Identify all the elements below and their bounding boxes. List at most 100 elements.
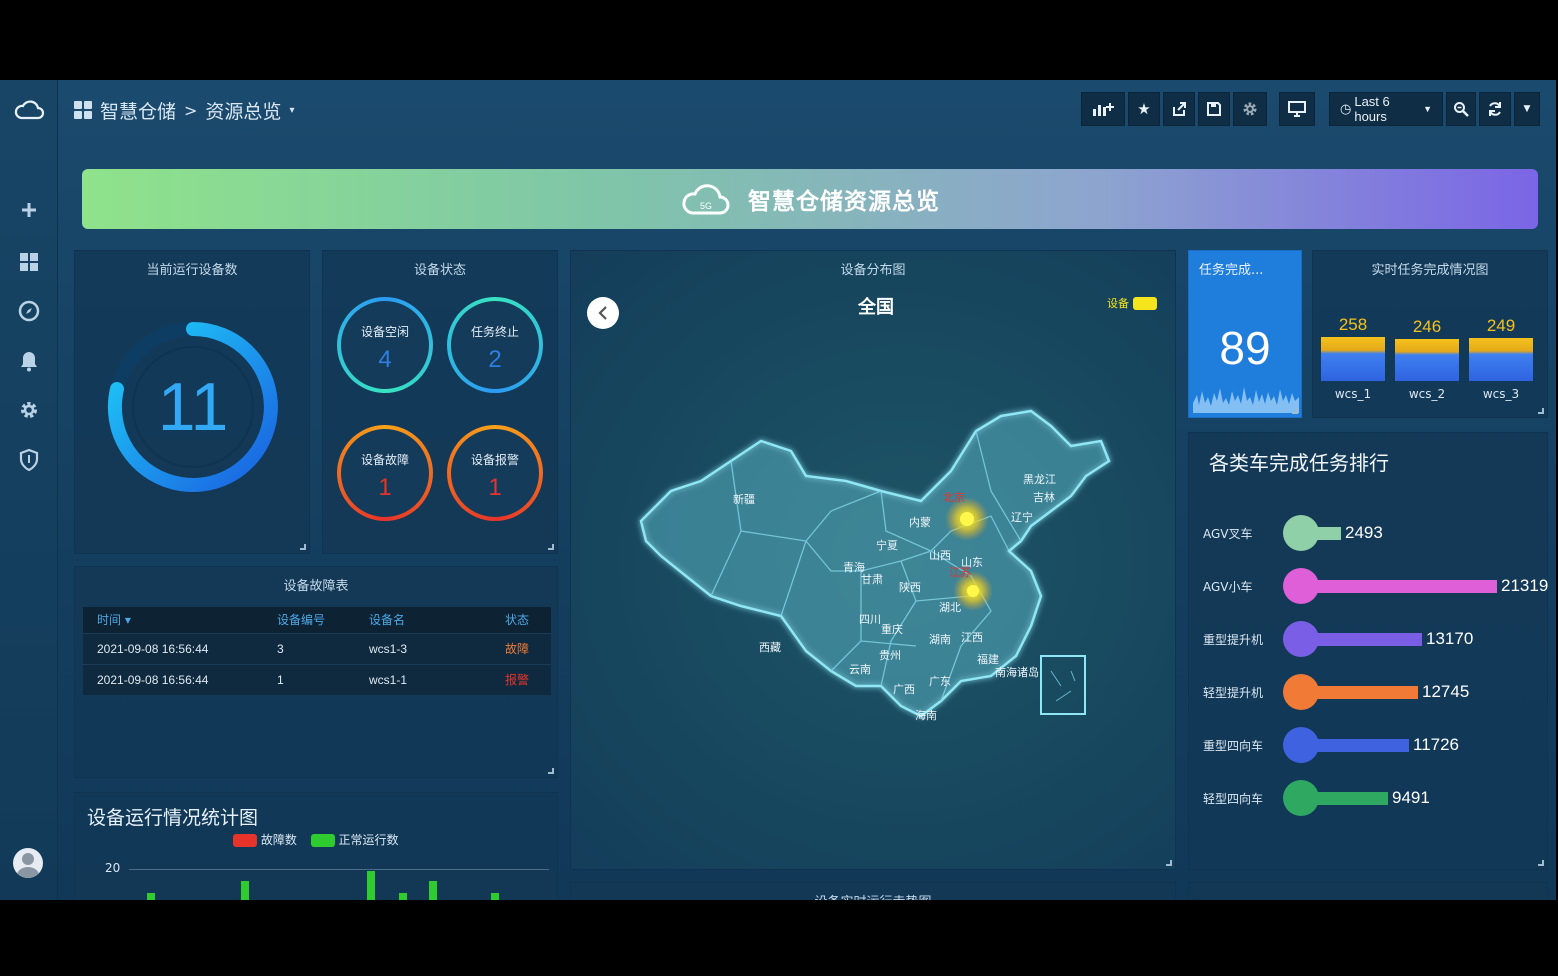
dashboards-icon[interactable] [9, 244, 49, 280]
ranking-dot [1283, 621, 1319, 657]
ranking-value: 21319 [1501, 576, 1549, 595]
user-avatar[interactable] [13, 848, 43, 878]
province-label: 江西 [961, 631, 983, 644]
bar-value: 246 [1412, 317, 1442, 336]
shield-icon[interactable] [9, 442, 49, 478]
resize-handle[interactable] [548, 768, 554, 774]
status-label: 设备报警 [470, 453, 519, 467]
resize-handle[interactable] [1292, 408, 1298, 414]
ranking-value: 12745 [1422, 682, 1470, 701]
time-range-picker[interactable]: ◷ Last 6 hours ▼ [1329, 92, 1443, 126]
legend-fault-swatch [233, 834, 257, 847]
table-cell: wcs1-1 [355, 663, 491, 695]
resize-handle[interactable] [1538, 408, 1544, 414]
china-map: 新疆 西藏 内蒙 黑龙江 吉林 辽宁 宁夏 青海 甘肃 陕西 山西 山东 四川 … [639, 409, 1111, 722]
add-panel-icon[interactable] [1081, 92, 1125, 126]
column-header-time[interactable]: 时间 ▾ [83, 607, 263, 633]
breadcrumb-page[interactable]: 资源总览 [205, 97, 281, 124]
zoom-out-icon[interactable] [1446, 92, 1476, 126]
ranking-label: 重型提升机 [1203, 633, 1264, 647]
compass-icon[interactable] [9, 293, 49, 329]
status-label: 设备故障 [360, 453, 409, 467]
save-icon[interactable] [1198, 92, 1230, 126]
chevron-left-icon [598, 306, 607, 320]
status-fault-ring: 设备故障 1 [337, 425, 433, 521]
realtime-task-panel: 实时任务完成情况图 258 wcs_1 246 wcs_2 249 wcs_3 [1312, 250, 1548, 418]
province-label: 广西 [893, 683, 915, 696]
panel-title: 当前运行设备数 [146, 263, 238, 278]
bar-label: wcs_1 [1334, 387, 1372, 401]
bell-icon[interactable] [9, 343, 49, 379]
star-icon[interactable]: ★ [1128, 92, 1160, 126]
ranking-value: 2493 [1345, 523, 1383, 542]
ranking-panel: 各类车完成任务排行 AGV叉车 2493 AGV小车 21319 重型提升机 13170 轻… [1188, 432, 1548, 870]
status-cell: 故障 [491, 632, 551, 664]
status-terminated-ring: 任务终止 2 [447, 297, 543, 393]
status-value: 2 [488, 346, 502, 373]
stats-legend: 故障数 正常运行数 [233, 831, 399, 848]
hotspot-label: 北京 [943, 490, 965, 504]
ranking-value: 9491 [1392, 788, 1430, 807]
legend-normal-label: 正常运行数 [338, 833, 399, 847]
province-label: 新疆 [733, 492, 755, 506]
status-idle-ring: 设备空闲 4 [337, 297, 433, 393]
legend-fault-label: 故障数 [260, 833, 297, 847]
province-label: 湖北 [939, 601, 961, 614]
column-header-id[interactable]: 设备编号 [263, 607, 355, 633]
table-cell: 3 [263, 632, 355, 664]
refresh-icon[interactable] [1479, 92, 1511, 126]
panel-title: 设备分布图 [840, 263, 906, 278]
title-banner: 5G 智慧仓储资源总览 [82, 169, 1538, 229]
province-label: 南海诸岛 [995, 665, 1039, 679]
province-label: 贵州 [879, 649, 901, 662]
resize-handle[interactable] [1166, 860, 1172, 866]
resize-handle[interactable] [548, 544, 554, 550]
province-label: 吉林 [1033, 490, 1055, 504]
panel-title: 设备状态 [413, 263, 466, 278]
ranking-bar [1301, 633, 1422, 646]
resize-handle[interactable] [300, 544, 306, 550]
province-label: 海南 [915, 708, 937, 722]
province-label: 西藏 [759, 641, 781, 654]
province-label: 辽宁 [1011, 510, 1033, 524]
province-label: 福建 [977, 652, 999, 666]
resize-handle[interactable] [1538, 860, 1544, 866]
breadcrumb-caret-icon[interactable]: ▾ [289, 105, 294, 116]
tv-mode-icon[interactable] [1279, 92, 1315, 126]
table-row[interactable]: 2021-09-08 16:56:44 1 wcs1-1 报警 [83, 663, 551, 695]
ranking-value: 13170 [1426, 629, 1474, 648]
ranking-row: 轻型四向车 9491 [1189, 778, 1549, 818]
dashboard-screen: 智慧仓储 > 资源总览 ▾ ★ ◷ Last 6 hours ▼ ▼ 5G 智慧… [0, 80, 1556, 900]
settings-icon[interactable] [1233, 92, 1267, 126]
task-sparkline [1193, 387, 1299, 413]
map-back-button[interactable] [587, 297, 619, 329]
ranking-dot [1283, 568, 1319, 604]
panel-title: 任务完成... [1199, 263, 1264, 278]
device-map-panel: 设备分布图 全国 设备 新疆 西藏 内蒙 黑龙江 吉林 辽宁 宁夏 青海 甘肃 … [570, 250, 1176, 870]
ranking-dot [1283, 515, 1319, 551]
table-cell: 1 [263, 663, 355, 695]
share-icon[interactable] [1163, 92, 1195, 126]
ranking-label: 重型四向车 [1203, 739, 1264, 753]
y-axis-tick: 20 [105, 861, 121, 875]
dashboard-grid-icon [74, 101, 92, 119]
breadcrumb-root[interactable]: 智慧仓储 [100, 97, 176, 124]
panel-title: 设备实时运行走势图 [571, 891, 1175, 900]
cloud-logo-icon[interactable] [9, 92, 49, 128]
gear-icon[interactable] [9, 392, 49, 428]
caret-down-icon: ▼ [1423, 104, 1432, 114]
province-label: 四川 [859, 613, 881, 626]
legend-label: 设备 [1107, 297, 1129, 310]
province-label: 陕西 [899, 580, 921, 594]
column-header-name[interactable]: 设备名 [355, 607, 491, 633]
bar-group: 249 wcs_3 [1469, 316, 1533, 401]
column-header-status[interactable]: 状态 [491, 607, 551, 633]
running-count: 11 [157, 369, 229, 445]
refresh-interval-caret-icon[interactable]: ▼ [1514, 92, 1540, 126]
table-row[interactable]: 2021-09-08 16:56:44 3 wcs1-3 故障 [83, 632, 551, 664]
ranking-dot [1283, 780, 1319, 816]
plus-icon[interactable] [9, 192, 49, 228]
running-devices-panel: 当前运行设备数 11 [74, 250, 310, 554]
ranking-row: 重型四向车 11726 [1189, 725, 1549, 765]
table-cell: 2021-09-08 16:56:44 [83, 632, 263, 664]
